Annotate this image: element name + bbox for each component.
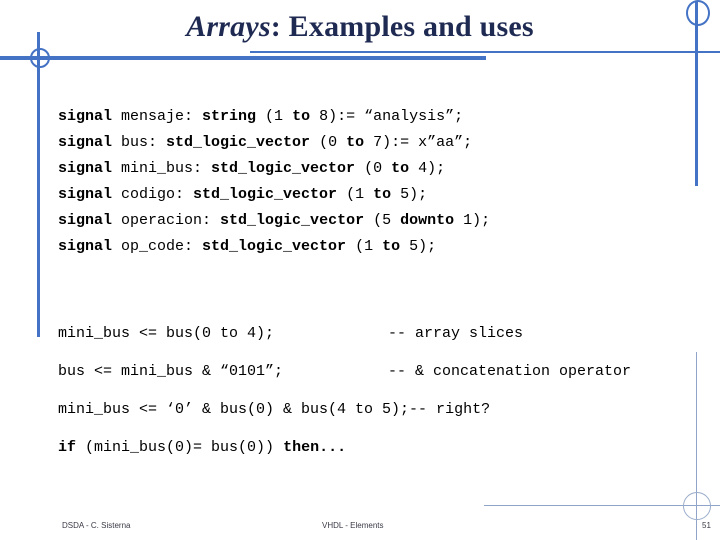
decl-operacion: signal operacion: std_logic_vector (5 do… <box>58 208 490 234</box>
decl-op-code: signal op_code: std_logic_vector (1 to 5… <box>58 234 490 260</box>
decl-mini-bus-seg-0: signal <box>58 160 122 177</box>
footer-topic: VHDL - Elements <box>322 521 384 530</box>
stmt-if: if (mini_bus(0)= bus(0)) then... <box>58 435 490 473</box>
decl-operacion-seg-2: std_logic_vector <box>220 212 374 229</box>
decl-bus-seg-0: signal <box>58 134 122 151</box>
decl-mini-bus-seg-3: (0 <box>364 160 392 177</box>
decl-bus-seg-2: std_logic_vector <box>166 134 320 151</box>
stmt-concat: bus <= mini_bus & “0101”; -- & concatenat… <box>58 359 631 397</box>
decorative-vertical-line-left-body <box>37 58 40 337</box>
decl-mensaje: signal mensaje: string (1 to 8):= “analy… <box>58 104 490 130</box>
stmt-right: mini_bus <= ‘0’ & bus(0) & bus(4 to 5);-… <box>58 397 490 435</box>
decorative-circle-left <box>30 48 50 68</box>
decl-operacion-seg-0: signal <box>58 212 122 229</box>
decl-mini-bus: signal mini_bus: std_logic_vector (0 to … <box>58 156 490 182</box>
decl-operacion-seg-4: downto <box>400 212 464 229</box>
decl-bus-seg-1: bus: <box>121 134 167 151</box>
decorative-horizontal-line-thick <box>0 56 486 60</box>
decl-bus: signal bus: std_logic_vector (0 to 7):= … <box>58 130 490 156</box>
decl-mini-bus-seg-1: mini_bus: <box>121 160 212 177</box>
decl-bus-seg-4: to <box>346 134 374 151</box>
decl-mensaje-seg-1: mensaje: <box>121 108 203 125</box>
slide-title: Arrays: Examples and uses <box>0 10 720 44</box>
signal-declarations-block: signal mensaje: string (1 to 8):= “analy… <box>58 104 490 260</box>
decl-op-code-seg-4: to <box>382 238 410 255</box>
decl-operacion-seg-1: operacion: <box>121 212 221 229</box>
stmt-if-keyword-if: if <box>58 439 86 456</box>
decl-bus-seg-3: (0 <box>319 134 347 151</box>
decl-codigo-seg-2: std_logic_vector <box>193 186 347 203</box>
decl-codigo-seg-4: to <box>373 186 401 203</box>
decorative-horizontal-line-thin <box>250 51 720 53</box>
decl-op-code-seg-2: std_logic_vector <box>202 238 356 255</box>
decl-mensaje-seg-4: to <box>292 108 320 125</box>
stmt-if-keyword-then: then... <box>283 439 347 456</box>
decl-op-code-seg-5: 5); <box>409 238 437 255</box>
decl-mini-bus-seg-2: std_logic_vector <box>211 160 365 177</box>
decl-operacion-seg-3: (5 <box>373 212 401 229</box>
stmt-slice-code: mini_bus <= bus(0 to 4); <box>58 325 275 342</box>
stmt-slice-comment: -- array slices <box>388 325 524 342</box>
decl-codigo-seg-0: signal <box>58 186 122 203</box>
decl-mensaje-seg-3: (1 <box>265 108 293 125</box>
slide-canvas: Arrays: Examples and uses signal mensaje… <box>0 0 720 540</box>
decl-op-code-seg-0: signal <box>58 238 122 255</box>
stmt-slice: mini_bus <= bus(0 to 4); -- array slices <box>58 321 523 359</box>
decl-codigo-seg-5: 5); <box>400 186 428 203</box>
slide-title-rest: : Examples and uses <box>270 10 534 43</box>
stmt-concat-comment: -- & concatenation operator <box>388 363 632 380</box>
decl-mensaje-seg-0: signal <box>58 108 122 125</box>
decl-mensaje-seg-2: string <box>202 108 266 125</box>
decl-op-code-seg-3: (1 <box>355 238 383 255</box>
decl-codigo-seg-3: (1 <box>346 186 374 203</box>
stmt-concat-code: bus <= mini_bus & “0101”; <box>58 363 284 380</box>
footer-author: DSDA - C. Sisterna <box>62 521 131 530</box>
decl-codigo: signal codigo: std_logic_vector (1 to 5)… <box>58 182 490 208</box>
decl-codigo-seg-1: codigo: <box>121 186 194 203</box>
stmt-if-condition: (mini_bus(0)= bus(0)) <box>85 439 284 456</box>
decorative-circle-footer <box>683 492 711 520</box>
stmt-right-code: mini_bus <= ‘0’ & bus(0) & bus(4 to 5);-… <box>58 401 491 418</box>
footer-page-number: 51 <box>702 521 711 530</box>
slide-title-emphasis: Arrays <box>186 10 271 43</box>
decl-mini-bus-seg-5: 4); <box>418 160 446 177</box>
decl-op-code-seg-1: op_code: <box>121 238 203 255</box>
decl-mini-bus-seg-4: to <box>391 160 419 177</box>
decl-bus-seg-5: 7):= x”aa”; <box>373 134 473 151</box>
decl-mensaje-seg-5: 8):= “analysis”; <box>319 108 464 125</box>
decl-operacion-seg-5: 1); <box>463 212 491 229</box>
statements-block: mini_bus <= bus(0 to 4); -- array slices b… <box>58 321 631 473</box>
